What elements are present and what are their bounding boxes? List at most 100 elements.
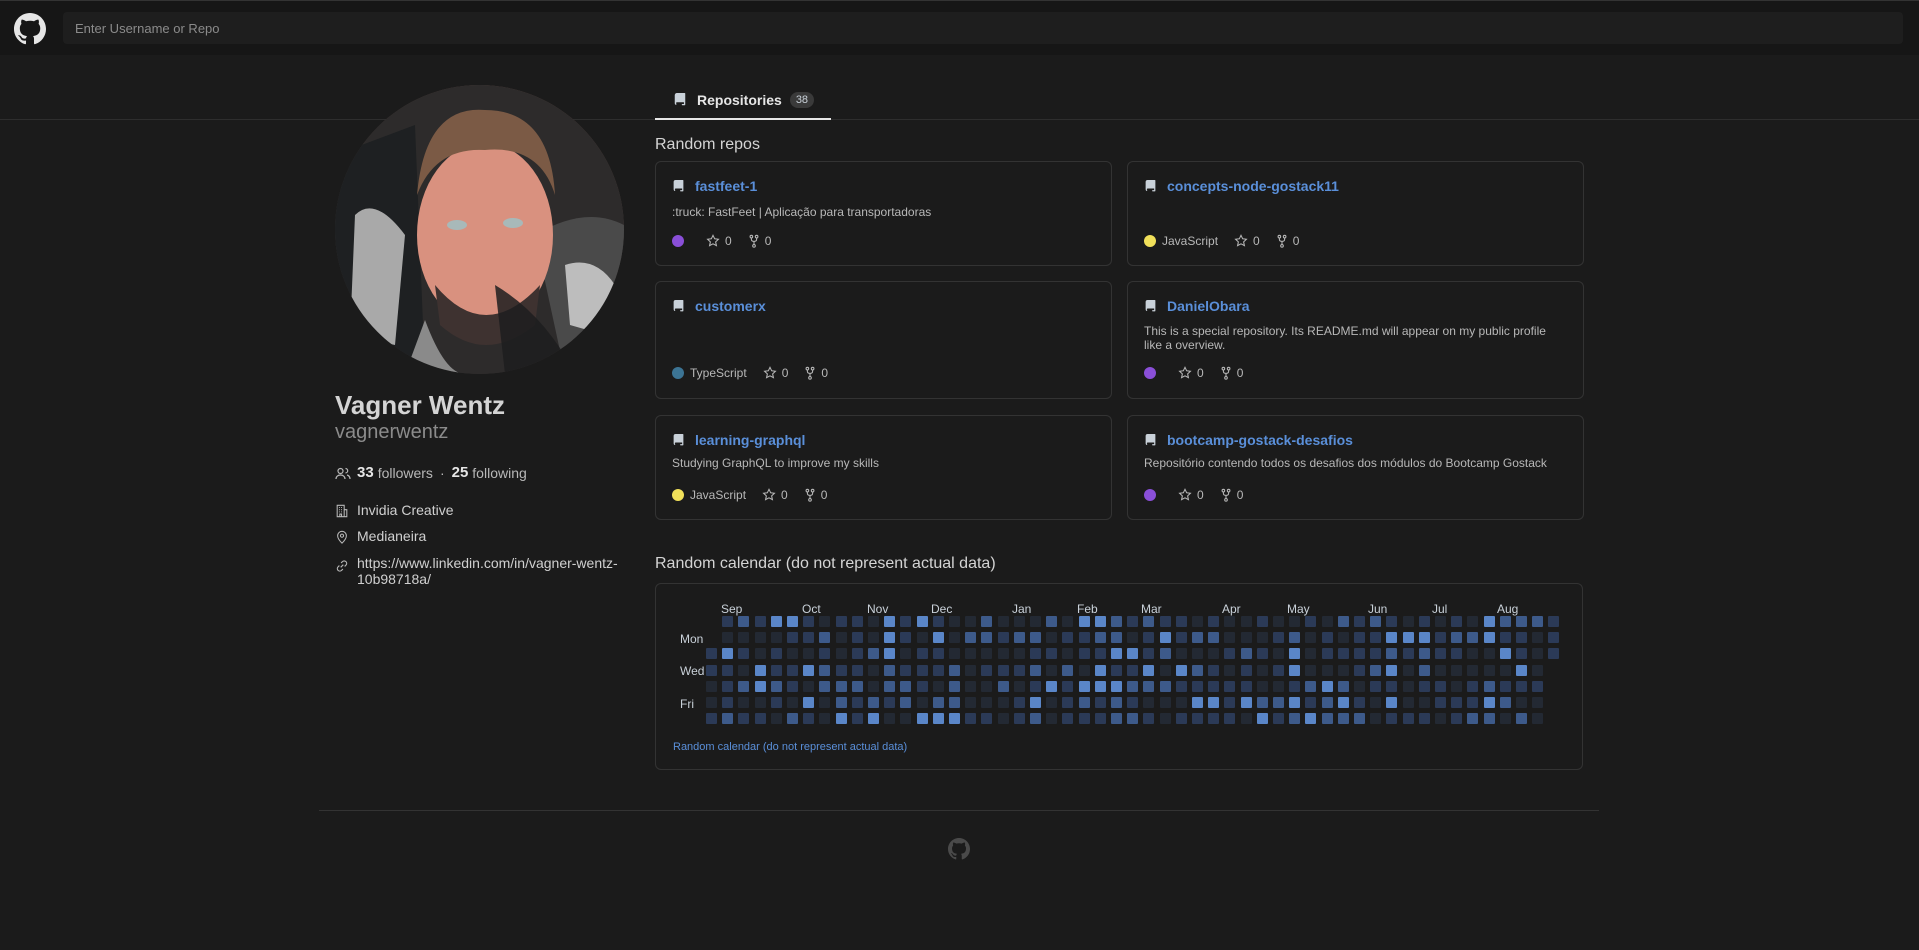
- calendar-day-cell[interactable]: [1030, 713, 1041, 725]
- calendar-day-cell[interactable]: [868, 664, 879, 676]
- calendar-day-cell[interactable]: [1192, 680, 1203, 692]
- calendar-day-cell[interactable]: [1208, 648, 1220, 660]
- calendar-day-cell[interactable]: [1046, 632, 1058, 644]
- calendar-day-cell[interactable]: [1435, 616, 1446, 627]
- calendar-day-cell[interactable]: [1370, 697, 1382, 708]
- calendar-day-cell[interactable]: [1062, 664, 1074, 676]
- calendar-day-cell[interactable]: [1240, 680, 1252, 692]
- calendar-day-cell[interactable]: [1354, 697, 1365, 708]
- calendar-day-cell[interactable]: [1192, 713, 1203, 725]
- calendar-day-cell[interactable]: [819, 664, 831, 676]
- calendar-day-cell[interactable]: [997, 713, 1009, 725]
- calendar-day-cell[interactable]: [1240, 648, 1252, 660]
- calendar-day-cell[interactable]: [1143, 680, 1155, 692]
- repo-forks[interactable]: 0: [804, 488, 827, 502]
- calendar-day-cell[interactable]: [1094, 680, 1106, 692]
- calendar-day-cell[interactable]: [1127, 648, 1139, 660]
- calendar-day-cell[interactable]: [819, 680, 831, 692]
- calendar-day-cell[interactable]: [1402, 632, 1414, 644]
- calendar-day-cell[interactable]: [1013, 713, 1025, 725]
- calendar-day-cell[interactable]: [1451, 697, 1463, 708]
- calendar-day-cell[interactable]: [770, 616, 782, 627]
- calendar-day-cell[interactable]: [1289, 697, 1301, 708]
- calendar-day-cell[interactable]: [1224, 632, 1236, 644]
- calendar-day-cell[interactable]: [965, 697, 977, 708]
- calendar-day-cell[interactable]: [1192, 648, 1203, 660]
- calendar-day-cell[interactable]: [1013, 632, 1025, 644]
- repo-name-link[interactable]: concepts-node-gostack11: [1167, 178, 1339, 194]
- calendar-day-cell[interactable]: [997, 616, 1009, 627]
- calendar-day-cell[interactable]: [1354, 632, 1365, 644]
- calendar-day-cell[interactable]: [1402, 680, 1414, 692]
- calendar-day-cell[interactable]: [1030, 680, 1041, 692]
- calendar-day-cell[interactable]: [1321, 648, 1333, 660]
- calendar-day-cell[interactable]: [884, 713, 896, 725]
- calendar-day-cell[interactable]: [787, 616, 798, 627]
- calendar-day-cell[interactable]: [1208, 697, 1220, 708]
- calendar-day-cell[interactable]: [1321, 713, 1333, 725]
- calendar-day-cell[interactable]: [1159, 713, 1171, 725]
- calendar-day-cell[interactable]: [1175, 664, 1187, 676]
- calendar-day-cell[interactable]: [706, 713, 717, 725]
- calendar-day-cell[interactable]: [787, 680, 798, 692]
- calendar-day-cell[interactable]: [754, 632, 766, 644]
- calendar-day-cell[interactable]: [1062, 616, 1074, 627]
- repo-card[interactable]: DanielObara This is a special repository.…: [1127, 281, 1584, 399]
- calendar-day-cell[interactable]: [787, 632, 798, 644]
- calendar-day-cell[interactable]: [787, 648, 798, 660]
- calendar-day-cell[interactable]: [1062, 648, 1074, 660]
- calendar-day-cell[interactable]: [1483, 697, 1495, 708]
- calendar-day-cell[interactable]: [1451, 713, 1463, 725]
- calendar-day-cell[interactable]: [1159, 697, 1171, 708]
- calendar-day-cell[interactable]: [1256, 648, 1268, 660]
- calendar-day-cell[interactable]: [1483, 680, 1495, 692]
- calendar-day-cell[interactable]: [1354, 648, 1365, 660]
- calendar-day-cell[interactable]: [1289, 680, 1301, 692]
- calendar-day-cell[interactable]: [884, 697, 896, 708]
- calendar-day-cell[interactable]: [997, 697, 1009, 708]
- calendar-day-cell[interactable]: [1143, 664, 1155, 676]
- calendar-day-cell[interactable]: [1127, 697, 1139, 708]
- calendar-day-cell[interactable]: [997, 648, 1009, 660]
- calendar-day-cell[interactable]: [1516, 697, 1527, 708]
- calendar-day-cell[interactable]: [884, 664, 896, 676]
- calendar-day-cell[interactable]: [1370, 616, 1382, 627]
- calendar-day-cell[interactable]: [722, 648, 734, 660]
- calendar-day-cell[interactable]: [754, 680, 766, 692]
- calendar-day-cell[interactable]: [1418, 697, 1430, 708]
- calendar-day-cell[interactable]: [787, 664, 798, 676]
- calendar-day-cell[interactable]: [868, 713, 879, 725]
- calendar-day-cell[interactable]: [997, 664, 1009, 676]
- calendar-day-cell[interactable]: [1548, 648, 1560, 660]
- repo-card[interactable]: learning-graphql Studying GraphQL to impr…: [655, 415, 1112, 520]
- calendar-day-cell[interactable]: [1013, 697, 1025, 708]
- calendar-day-cell[interactable]: [1354, 664, 1365, 676]
- calendar-day-cell[interactable]: [1111, 680, 1122, 692]
- calendar-day-cell[interactable]: [1046, 648, 1058, 660]
- calendar-day-cell[interactable]: [706, 648, 717, 660]
- calendar-day-cell[interactable]: [997, 680, 1009, 692]
- calendar-day-cell[interactable]: [916, 713, 928, 725]
- calendar-day-cell[interactable]: [754, 664, 766, 676]
- calendar-day-cell[interactable]: [1046, 680, 1058, 692]
- calendar-day-cell[interactable]: [981, 616, 993, 627]
- repo-stars[interactable]: 0: [1234, 234, 1260, 248]
- calendar-day-cell[interactable]: [1467, 664, 1479, 676]
- calendar-day-cell[interactable]: [916, 697, 928, 708]
- calendar-day-cell[interactable]: [835, 697, 847, 708]
- calendar-day-cell[interactable]: [835, 680, 847, 692]
- calendar-day-cell[interactable]: [1305, 616, 1317, 627]
- calendar-day-cell[interactable]: [1418, 664, 1430, 676]
- calendar-day-cell[interactable]: [770, 664, 782, 676]
- calendar-day-cell[interactable]: [1483, 632, 1495, 644]
- calendar-day-cell[interactable]: [1499, 616, 1511, 627]
- calendar-day-cell[interactable]: [1192, 697, 1203, 708]
- calendar-day-cell[interactable]: [1516, 648, 1527, 660]
- calendar-day-cell[interactable]: [1337, 697, 1349, 708]
- repo-name-link[interactable]: bootcamp-gostack-desafios: [1167, 432, 1353, 448]
- calendar-day-cell[interactable]: [1451, 664, 1463, 676]
- calendar-day-cell[interactable]: [803, 697, 815, 708]
- repo-forks[interactable]: 0: [748, 234, 771, 248]
- calendar-day-cell[interactable]: [1013, 616, 1025, 627]
- calendar-day-cell[interactable]: [965, 713, 977, 725]
